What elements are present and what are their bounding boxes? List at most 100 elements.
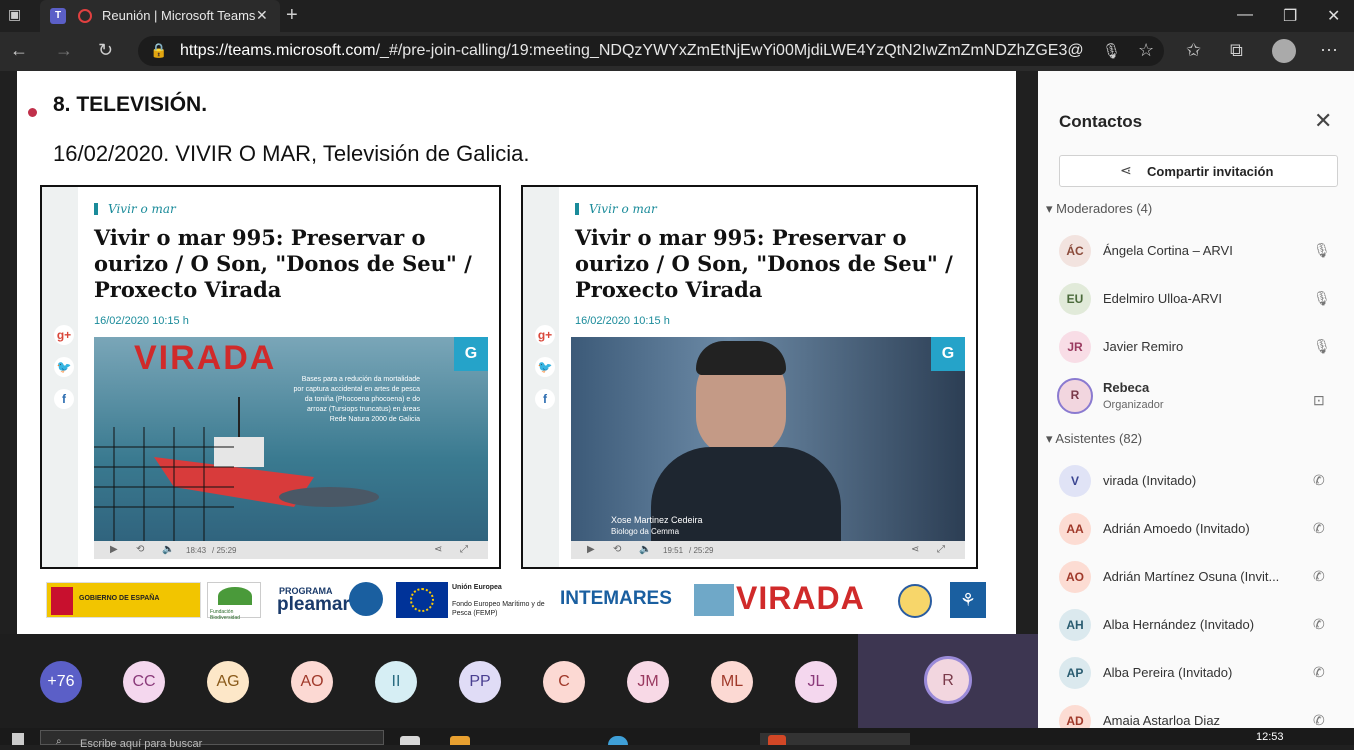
fullscreen-icon[interactable]: ⤢ xyxy=(937,544,945,555)
powerpoint-taskbar-icon[interactable] xyxy=(768,735,786,745)
participant-name[interactable]: Amaia Astarloa Diaz xyxy=(1103,713,1293,728)
article-headline: Vivir o mar 995: Preservar o ourizo / O … xyxy=(94,225,472,302)
tab-actions-icon[interactable]: ▣ xyxy=(8,6,21,23)
twitter-icon: 🐦 xyxy=(535,357,555,377)
phone-icon: ✆ xyxy=(1313,616,1325,632)
moderators-header[interactable]: ▾ Moderadores (4) xyxy=(1046,201,1152,217)
participant-name[interactable]: Adrián Amoedo (Invitado) xyxy=(1103,521,1293,536)
taskbar-app-icon[interactable] xyxy=(450,736,470,745)
participant-avatar[interactable]: AO xyxy=(291,661,333,703)
participant-avatar: AA xyxy=(1059,513,1091,545)
refresh-icon[interactable]: ↻ xyxy=(98,40,113,61)
self-avatar[interactable]: R xyxy=(924,656,972,704)
close-icon[interactable]: ✕ xyxy=(1314,108,1332,134)
participant-avatar[interactable]: +76 xyxy=(40,661,82,703)
facebook-icon: f xyxy=(54,389,74,409)
add-favorite-icon[interactable]: ☆ xyxy=(1138,40,1154,61)
participant-avatar: V xyxy=(1059,465,1091,497)
participant-avatar: JR xyxy=(1059,331,1091,363)
microphone-icon[interactable]: 🎙 xyxy=(1102,42,1121,60)
recording-icon xyxy=(78,9,92,23)
fundacion-text: Fundación Biodiversidad xyxy=(210,609,241,621)
taskbar-app-icon[interactable] xyxy=(400,736,420,745)
panel-title: Contactos xyxy=(1059,112,1143,131)
participant-avatar[interactable]: JL xyxy=(795,661,837,703)
participant-name[interactable]: Edelmiro Ulloa-ARVI xyxy=(1103,291,1293,306)
taskbar-clock[interactable]: 12:53 xyxy=(1256,731,1284,743)
play-icon[interactable]: ▶ xyxy=(110,544,118,555)
participant-avatar[interactable]: JM xyxy=(627,661,669,703)
play-icon[interactable]: ▶ xyxy=(587,544,595,555)
organizer-avatar: R xyxy=(1057,378,1093,414)
news-screenshot-2: g+ 🐦 f Vivir o mar Vivir o mar 995: Pres… xyxy=(521,185,978,569)
more-icon[interactable]: ⋯ xyxy=(1320,40,1338,61)
attendees-header-text: Asistentes (82) xyxy=(1055,431,1143,446)
gobierno-logo: GOBIERNO DE ESPAÑA xyxy=(46,582,201,618)
favorites-icon[interactable]: ✩ xyxy=(1186,40,1201,61)
restore-icon[interactable]: ❐ xyxy=(1283,6,1297,26)
video-controls[interactable]: ▶ ⟲ 🔈 19:51 / 25:29 ⋖ ⤢ xyxy=(571,541,965,559)
profile-avatar[interactable] xyxy=(1272,39,1296,63)
duration: / 25:29 xyxy=(689,546,714,555)
loop-icon[interactable]: ⟲ xyxy=(613,544,621,555)
share-icon[interactable]: ⋖ xyxy=(911,544,919,555)
boat-icon xyxy=(694,584,734,616)
new-tab-icon[interactable]: + xyxy=(286,4,298,27)
minimize-icon[interactable]: — xyxy=(1237,6,1253,24)
participant-avatar[interactable]: ML xyxy=(711,661,753,703)
participant-name[interactable]: virada (Invitado) xyxy=(1103,473,1293,488)
close-tab-icon[interactable]: ✕ xyxy=(256,7,268,24)
participant-name[interactable]: Alba Pereira (Invitado) xyxy=(1103,665,1293,680)
phone-icon: ✆ xyxy=(1313,472,1325,488)
share-icon[interactable]: ⋖ xyxy=(434,544,442,555)
fundacion-logo: Fundación Biodiversidad xyxy=(207,582,261,621)
participant-avatar: AH xyxy=(1059,609,1091,641)
fullscreen-icon[interactable]: ⤢ xyxy=(460,544,468,555)
participant-avatar: AP xyxy=(1059,657,1091,689)
participant-avatar[interactable]: C xyxy=(543,661,585,703)
back-icon[interactable]: ← xyxy=(10,40,28,61)
mic-off-icon: 🎙 xyxy=(1313,290,1331,306)
participant-avatar: ÁC xyxy=(1059,235,1091,267)
window-close-icon[interactable]: ✕ xyxy=(1327,6,1340,26)
presenter-icon: ⊡ xyxy=(1313,392,1325,408)
share-icon: ⋖ xyxy=(1120,162,1132,178)
participant-name[interactable]: Ángela Cortina – ARVI xyxy=(1103,243,1293,258)
organizer-role: Organizador xyxy=(1103,399,1164,411)
slide-subheading: 16/02/2020. VIVIR O MAR, Televisión de G… xyxy=(53,141,530,166)
participant-avatar[interactable]: II xyxy=(375,661,417,703)
article-headline: Vivir o mar 995: Preservar o ourizo / O … xyxy=(575,225,953,302)
participant-avatar[interactable]: AG xyxy=(207,661,249,703)
participant-name[interactable]: Alba Hernández (Invitado) xyxy=(1103,617,1293,632)
mic-off-icon: 🎙 xyxy=(1313,242,1331,258)
net-illustration xyxy=(94,427,234,547)
participant-avatar[interactable]: CC xyxy=(123,661,165,703)
participant-name[interactable]: Javier Remiro xyxy=(1103,339,1293,354)
grass-icon xyxy=(218,587,252,605)
edge-taskbar-icon[interactable] xyxy=(608,736,628,745)
collections-icon[interactable]: ⧉ xyxy=(1230,40,1243,61)
volume-icon[interactable]: 🔈 xyxy=(162,544,174,555)
participant-avatar[interactable]: PP xyxy=(459,661,501,703)
tab-title: Reunión | Microsoft Teams xyxy=(102,8,256,23)
eu-flag-icon xyxy=(396,582,448,618)
moderators-header-text: Moderadores (4) xyxy=(1056,201,1153,216)
news-screenshot-1: g+ 🐦 f Vivir o mar Vivir o mar 995: Pres… xyxy=(40,185,501,569)
dolphin-illustration xyxy=(279,487,379,507)
video-controls[interactable]: ▶ ⟲ 🔈 18:43 / 25:29 ⋖ ⤢ xyxy=(94,541,488,559)
volume-icon[interactable]: 🔈 xyxy=(639,544,651,555)
lock-icon[interactable]: 🔒 xyxy=(150,42,167,59)
windows-start-icon[interactable] xyxy=(12,733,24,745)
url-text[interactable]: https://teams.microsoft.com/_#/pre-join-… xyxy=(180,42,1085,60)
forward-icon[interactable]: → xyxy=(55,40,73,61)
participant-name[interactable]: Adrián Martínez Osuna (Invit... xyxy=(1103,569,1293,584)
attendees-header[interactable]: ▾ Asistentes (82) xyxy=(1046,431,1142,447)
ue-subtitle: Fondo Europeo Marítimo y de Pesca (FEMP) xyxy=(452,601,545,617)
participant-avatar: AO xyxy=(1059,561,1091,593)
organizer-name[interactable]: Rebeca xyxy=(1103,380,1293,395)
pleamar-text: pleamar xyxy=(277,594,350,615)
virada-text: VIRADA xyxy=(736,580,865,616)
loop-icon[interactable]: ⟲ xyxy=(136,544,144,555)
phone-icon: ✆ xyxy=(1313,712,1325,728)
google-plus-icon: g+ xyxy=(535,325,555,345)
